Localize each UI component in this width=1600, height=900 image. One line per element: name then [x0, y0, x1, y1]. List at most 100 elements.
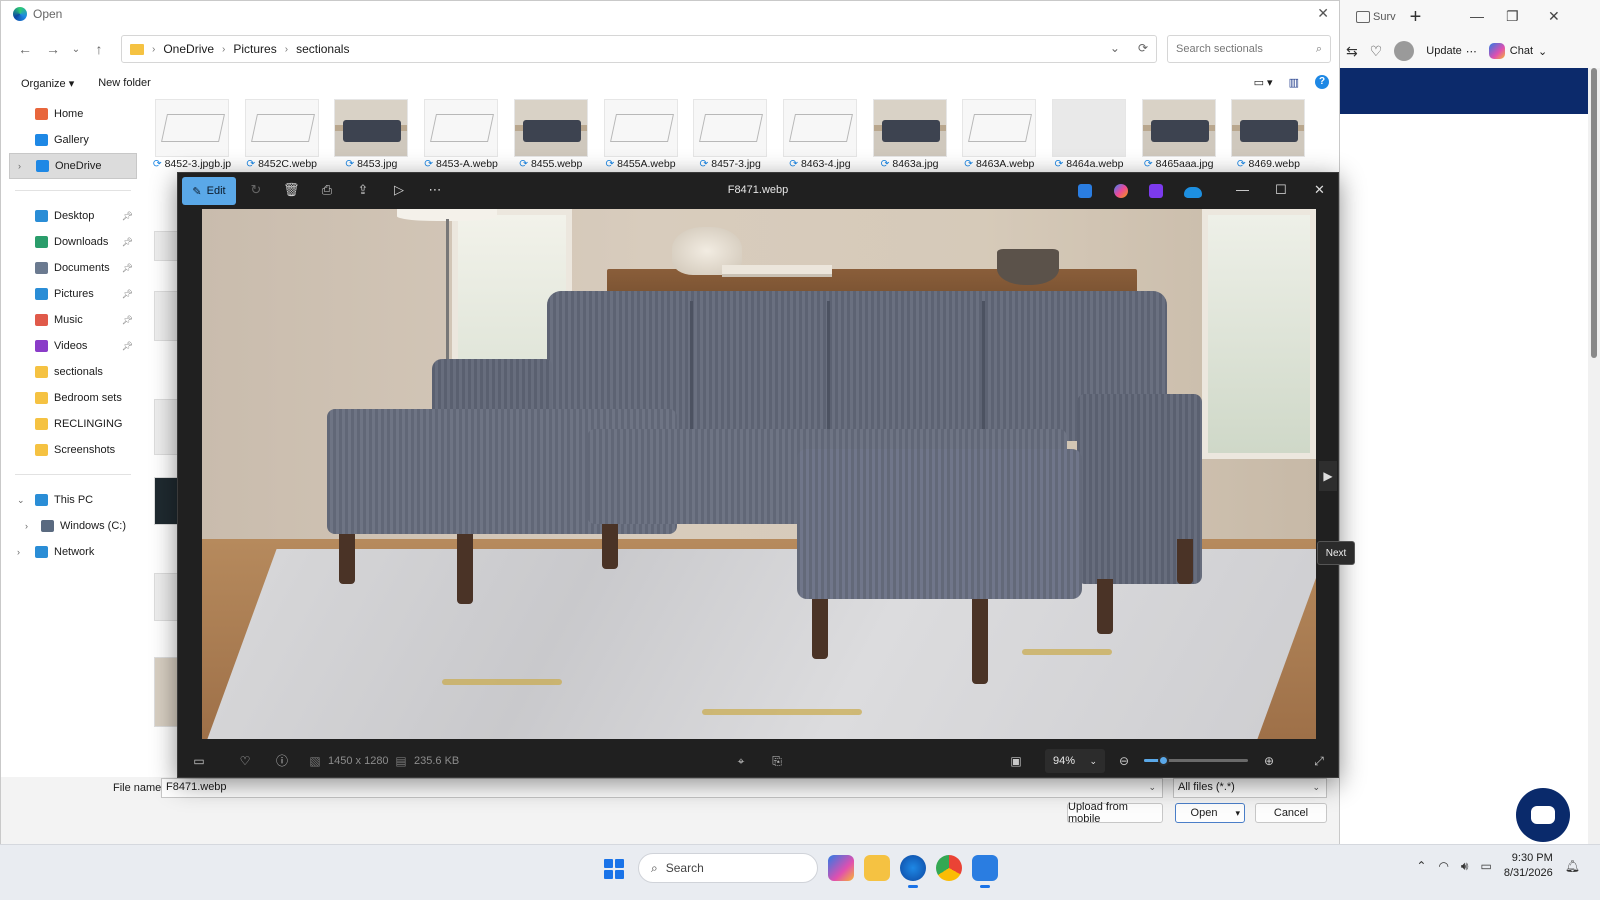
paint-app-icon[interactable] [1114, 184, 1128, 198]
nav-item-screenshots[interactable]: Screenshots [9, 437, 137, 463]
tray-overflow-chevron-icon[interactable]: ⌃ [1416, 859, 1426, 873]
fullscreen-icon[interactable]: ⤢ [1312, 754, 1326, 768]
nav-item-onedrive[interactable]: › OneDrive [9, 153, 137, 179]
file-item[interactable]: ⟳ 8469.webp [1225, 97, 1311, 173]
chrome-app-icon[interactable] [936, 855, 962, 881]
minimize-icon[interactable]: — [1470, 8, 1484, 24]
organize-button[interactable]: Organize ▾ [21, 77, 74, 90]
file-explorer-icon[interactable] [864, 855, 890, 881]
file-thumbnail[interactable] [154, 657, 178, 727]
file-thumbnail[interactable] [154, 291, 178, 341]
nav-item-bedroom-sets[interactable]: Bedroom sets [9, 385, 137, 411]
up-arrow-icon[interactable]: ↑ [85, 41, 113, 57]
battery-icon[interactable]: ▭ [1480, 859, 1491, 873]
copilot-chat-button[interactable]: Chat ⌄ [1488, 43, 1547, 59]
back-arrow-icon[interactable]: ← [11, 41, 39, 57]
refresh-icon[interactable]: ⟳ [1138, 41, 1148, 55]
nav-item-windows-c[interactable]: › Windows (C:) [9, 513, 137, 539]
restore-icon[interactable]: ❐ [1506, 8, 1519, 25]
copilot-app-icon[interactable] [828, 855, 854, 881]
nav-item-network[interactable]: › Network [9, 539, 137, 565]
expand-chevron-icon[interactable]: › [17, 547, 20, 557]
split-screen-icon[interactable]: ⇆ [1346, 43, 1358, 60]
file-thumbnail[interactable] [154, 399, 178, 455]
new-folder-button[interactable]: New folder [98, 77, 151, 89]
zoom-in-icon[interactable]: ⊕ [1262, 754, 1276, 768]
browser-essentials-icon[interactable]: ♡ [1370, 43, 1383, 60]
fit-to-window-icon[interactable]: ▣ [1009, 754, 1023, 768]
search-input[interactable]: Search sectionals ⌕ [1167, 35, 1331, 63]
address-dropdown-icon[interactable]: ⌄ [1110, 41, 1120, 55]
forward-arrow-icon[interactable]: → [39, 41, 67, 57]
breadcrumb-onedrive[interactable]: OneDrive [163, 42, 214, 56]
file-item[interactable]: ⟳ 8463-4.jpg [777, 97, 863, 173]
chat-widget-button[interactable] [1516, 788, 1570, 842]
clipchamp-app-icon[interactable] [1149, 184, 1163, 198]
file-item[interactable]: ⟳ 8457-3.jpg [687, 97, 773, 173]
scrollbar-thumb[interactable] [1591, 68, 1597, 358]
onedrive-cloud-icon[interactable] [1184, 187, 1202, 198]
help-icon[interactable]: ? [1315, 75, 1329, 89]
viewer-maximize-icon[interactable]: ☐ [1275, 182, 1287, 198]
nav-item-videos[interactable]: Videos 📌︎ [9, 333, 137, 359]
zoom-slider[interactable] [1144, 755, 1248, 766]
expand-chevron-icon[interactable]: › [18, 161, 21, 171]
wifi-icon[interactable]: ◠ [1438, 859, 1448, 873]
file-item[interactable]: ⟳ 8455A.webp [598, 97, 684, 173]
close-icon[interactable]: ✕ [1548, 8, 1560, 25]
file-thumbnail[interactable] [154, 573, 178, 621]
file-item[interactable]: ⟳ 8463A.webp [956, 97, 1042, 173]
notification-bell-icon[interactable]: 🔔︎ [1565, 859, 1580, 873]
file-name-input[interactable]: F8471.webp ⌄ [161, 778, 1163, 798]
file-item[interactable]: ⟳ 8455.webp [508, 97, 594, 173]
dialog-close-icon[interactable]: ✕ [1317, 5, 1329, 22]
address-bar[interactable]: › OneDrive › Pictures › sectionals ⌄ ⟳ [121, 35, 1157, 63]
chevron-down-icon[interactable]: ⌄ [1148, 782, 1156, 793]
visual-search-icon[interactable]: ⌖ [734, 754, 748, 768]
nav-item-home[interactable]: Home [9, 101, 137, 127]
open-button[interactable]: Open ▾ [1175, 803, 1245, 823]
photos-app-icon[interactable] [972, 855, 998, 888]
cancel-button[interactable]: Cancel [1255, 803, 1327, 823]
nav-item-desktop[interactable]: Desktop 📌︎ [9, 203, 137, 229]
system-clock[interactable]: 9:30 PM 8/31/2026 [1504, 851, 1553, 881]
designer-app-icon[interactable] [1078, 184, 1092, 198]
nav-item-sectionals[interactable]: sectionals [9, 359, 137, 385]
next-image-button[interactable]: ▶ [1319, 461, 1337, 491]
file-type-select[interactable]: All files (*.*) ⌄ [1173, 778, 1327, 798]
file-item[interactable]: ⟳ 8465aaa.jpg [1136, 97, 1222, 173]
file-item[interactable]: ⟳ 8453-A.webp [418, 97, 504, 173]
photo-canvas[interactable] [202, 209, 1316, 739]
file-item[interactable]: ⟳ 8453.jpg [328, 97, 414, 173]
zoom-out-icon[interactable]: ⊖ [1117, 754, 1131, 768]
file-thumbnail[interactable] [154, 477, 178, 525]
profile-avatar[interactable] [1394, 41, 1415, 61]
expand-chevron-icon[interactable]: ⌄ [17, 495, 25, 506]
nav-item-pictures[interactable]: Pictures 📌︎ [9, 281, 137, 307]
upload-from-mobile-button[interactable]: Upload from mobile [1067, 801, 1163, 825]
edge-app-icon[interactable] [900, 855, 926, 888]
filmstrip-icon[interactable]: ▭ [192, 754, 206, 768]
text-scan-icon[interactable]: ⎘ [770, 754, 784, 768]
update-button[interactable]: Update ⋯ [1426, 45, 1476, 58]
nav-item-music[interactable]: Music 📌︎ [9, 307, 137, 333]
taskbar-search[interactable]: ⌕ Search [638, 853, 818, 883]
nav-item-downloads[interactable]: Downloads 📌︎ [9, 229, 137, 255]
open-dropdown-icon[interactable]: ▾ [1235, 808, 1240, 819]
breadcrumb-pictures[interactable]: Pictures [233, 42, 276, 56]
view-options-icon[interactable]: ▭ ▾ [1254, 76, 1273, 89]
chevron-down-icon[interactable]: ⌄ [1312, 782, 1320, 793]
nav-item-documents[interactable]: Documents 📌︎ [9, 255, 137, 281]
browser-tab[interactable]: Surv [1352, 5, 1400, 29]
file-thumbnail[interactable] [154, 231, 178, 261]
new-tab-icon[interactable]: + [1410, 6, 1422, 29]
expand-chevron-icon[interactable]: › [25, 521, 28, 531]
breadcrumb-sectionals[interactable]: sectionals [296, 42, 349, 56]
viewer-minimize-icon[interactable]: — [1236, 182, 1249, 197]
favorite-heart-icon[interactable]: ♡ [238, 754, 252, 768]
file-item[interactable]: ⟳ 8452-3.jpgb.jp [149, 97, 235, 173]
nav-item-reclinging[interactable]: RECLINGING [9, 411, 137, 437]
zoom-level-select[interactable]: 94% ⌄ [1045, 749, 1105, 773]
nav-item-this-pc[interactable]: ⌄ This PC [9, 487, 137, 513]
nav-item-gallery[interactable]: Gallery [9, 127, 137, 153]
